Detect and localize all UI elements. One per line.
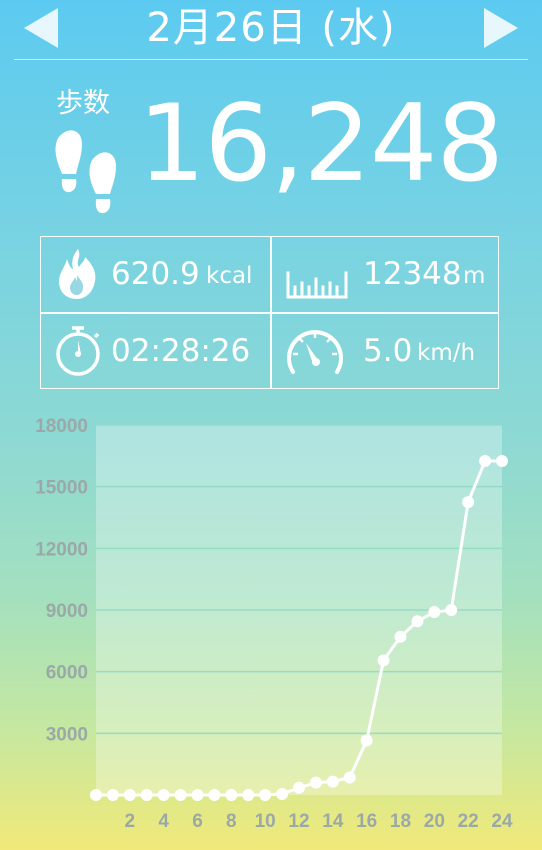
data-point (462, 496, 475, 509)
x-tick-label: 16 (356, 811, 377, 832)
y-tick-label: 12000 (35, 539, 88, 560)
data-point (496, 455, 508, 468)
data-point (411, 615, 424, 628)
footprints-icon (55, 130, 116, 214)
steps-label: 歩数 (56, 88, 110, 119)
data-point (191, 789, 204, 801)
distance-value: 12348 (363, 256, 462, 292)
steps-line-chart: 3000600090001200015000180002 4 6 8 10 12 14 16 1… (35, 416, 513, 832)
data-point (343, 771, 356, 784)
data-point (140, 789, 153, 801)
data-point (445, 604, 458, 616)
ruler-icon (286, 271, 348, 299)
data-point (174, 789, 187, 801)
y-tick-label: 15000 (35, 478, 88, 499)
data-point (394, 630, 407, 643)
x-tick-label: 20 (424, 811, 445, 832)
data-point (479, 455, 492, 468)
speed-unit: km/h (417, 340, 476, 366)
data-point (225, 789, 238, 801)
data-point (157, 789, 170, 801)
x-tick-label: 22 (458, 811, 479, 832)
data-point (293, 781, 305, 794)
x-tick-label: 10 (255, 811, 276, 832)
stat-calories: 620.9 kcal (41, 237, 269, 312)
data-point (123, 789, 136, 801)
steps-count: 16,248 (138, 82, 504, 205)
y-tick-label: 6000 (46, 663, 88, 684)
distance-unit: m (463, 263, 486, 289)
calories-unit: kcal (206, 263, 253, 289)
data-point (259, 789, 272, 801)
data-point (309, 776, 322, 789)
stat-distance: 12348 m (271, 237, 499, 312)
x-tick-label: 12 (288, 811, 309, 832)
speed-value: 5.0 (363, 333, 413, 369)
data-point (208, 789, 221, 801)
x-tick-label: 6 (192, 811, 203, 832)
x-tick-label: 8 (226, 811, 237, 832)
data-point (428, 606, 441, 619)
data-point (90, 789, 102, 801)
x-tick-label: 14 (322, 811, 344, 832)
data-point (377, 654, 390, 667)
header-divider (14, 59, 528, 60)
x-tick-label: 24 (491, 811, 513, 832)
data-point (276, 787, 289, 800)
y-tick-label: 18000 (35, 416, 88, 437)
duration-value: 02:28:26 (111, 333, 251, 369)
data-point (360, 734, 373, 747)
x-tick-label: 2 (125, 811, 136, 832)
speedometer-icon (287, 330, 343, 374)
stat-duration: 02:28:26 (41, 314, 269, 389)
data-point (106, 789, 119, 801)
y-tick-label: 9000 (46, 601, 88, 622)
date-header: 2月26日 (水) (0, 0, 542, 60)
date-title: 2月26日 (水) (146, 5, 396, 51)
triangle-right-icon[interactable] (480, 6, 520, 50)
calories-value: 620.9 (111, 256, 200, 292)
stopwatch-icon (56, 326, 100, 376)
data-point (242, 789, 255, 801)
stat-speed: 5.0 km/h (271, 314, 499, 389)
stats-grid: 620.9 kcal 12348 m 02:28:26 5.0 km/h (40, 236, 499, 389)
flame-icon (59, 249, 96, 299)
x-tick-label: 18 (390, 811, 411, 832)
steps-chart: 3000 6000 9000 12000 15000 18000 2 4 6 8 10 12 14 16 1… (0, 400, 542, 850)
x-tick-label: 4 (158, 811, 169, 832)
y-tick-label: 3000 (46, 724, 88, 745)
data-point (326, 775, 339, 788)
